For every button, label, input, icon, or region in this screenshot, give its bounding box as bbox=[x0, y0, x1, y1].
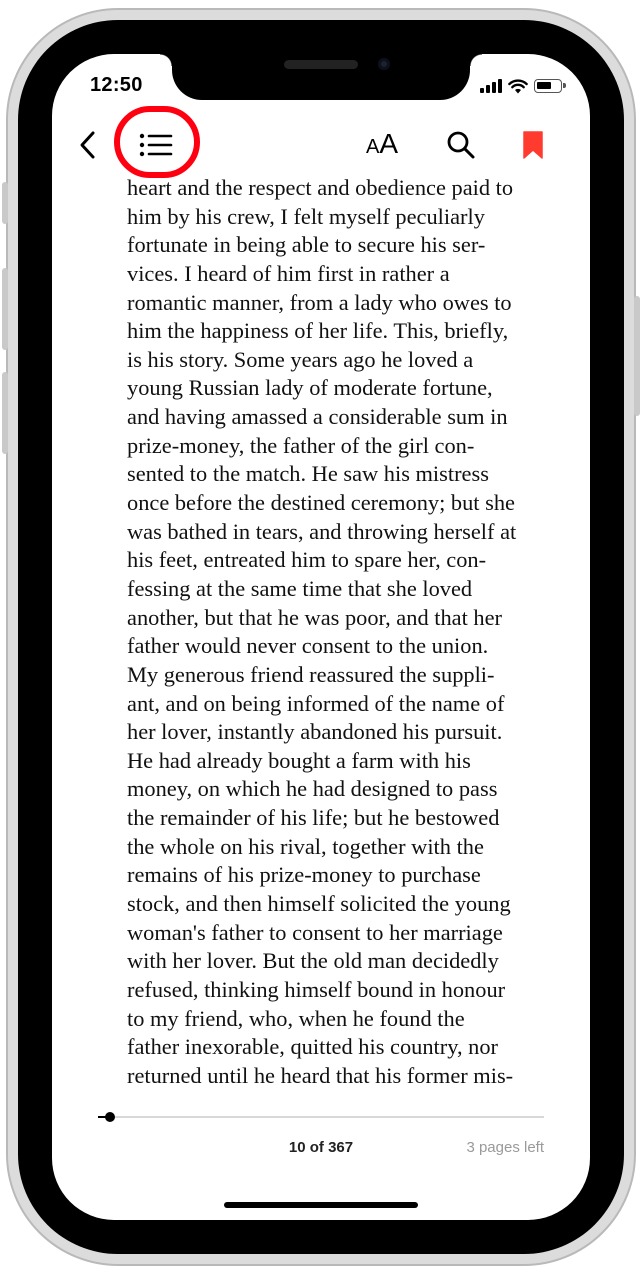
battery-icon bbox=[534, 79, 566, 93]
font-settings-button[interactable]: AA bbox=[366, 130, 398, 158]
bookmark-icon bbox=[523, 131, 543, 159]
mute-switch bbox=[2, 182, 8, 224]
text-line: with her lover. But the old man decidedl… bbox=[127, 948, 499, 974]
text-line: is his story. Some years ago he loved a bbox=[127, 346, 474, 372]
text-line: fessing at the same time that she loved bbox=[127, 575, 473, 601]
wifi-icon bbox=[508, 78, 528, 93]
search-icon bbox=[447, 131, 475, 159]
status-time: 12:50 bbox=[90, 74, 143, 96]
text-line: vices. I heard of him first in rather a bbox=[127, 260, 450, 286]
volume-down-button bbox=[2, 372, 8, 454]
text-line: He had already bought a farm with his bbox=[127, 747, 471, 773]
table-of-contents-button[interactable] bbox=[136, 128, 176, 162]
front-camera bbox=[378, 58, 390, 70]
text-line: heart and the respect and obedience paid… bbox=[127, 175, 514, 200]
page-slider-knob[interactable] bbox=[105, 1112, 115, 1122]
power-button bbox=[634, 296, 640, 416]
text-line: fortunate in being able to secure his se… bbox=[127, 232, 486, 258]
font-large-a: A bbox=[379, 128, 399, 159]
text-line: and having amassed a considerable sum in bbox=[127, 404, 508, 430]
text-line: woman's father to consent to her marriag… bbox=[127, 919, 503, 945]
volume-up-button bbox=[2, 268, 8, 350]
text-line: stock, and then himself solicited the yo… bbox=[127, 891, 511, 917]
page-slider[interactable] bbox=[98, 1112, 544, 1122]
text-line: refused, thinking himself bound in honou… bbox=[127, 976, 506, 1002]
text-line: romantic manner, from a lady who owes to bbox=[127, 289, 512, 315]
search-button[interactable] bbox=[444, 128, 478, 162]
cellular-signal-icon bbox=[480, 79, 502, 93]
text-line: returned until he heard that his former … bbox=[127, 1062, 514, 1088]
chevron-left-icon bbox=[80, 131, 95, 159]
text-line: ant, and on being informed of the name o… bbox=[127, 690, 505, 716]
text-line: sented to the match. He saw his mistress bbox=[127, 461, 489, 487]
text-line: father would never consent to the union. bbox=[127, 633, 489, 659]
text-line: the remainder of his life; but he bestow… bbox=[127, 805, 500, 831]
text-line: once before the destined ceremony; but s… bbox=[127, 490, 515, 516]
list-icon bbox=[139, 133, 173, 157]
book-page-text: heart and the respect and obedience paid… bbox=[127, 174, 547, 1091]
screen: 12:50 AA heart and the respect and obedi… bbox=[52, 54, 590, 1220]
pages-left-label: 3 pages left bbox=[466, 1139, 544, 1156]
text-line: was bathed in tears, and throwing hersel… bbox=[127, 518, 517, 544]
home-indicator[interactable] bbox=[224, 1202, 418, 1208]
text-line: money, on which he had designed to pass bbox=[127, 776, 498, 802]
bookmark-button[interactable] bbox=[518, 128, 548, 162]
notch bbox=[160, 54, 482, 100]
text-line: My generous friend reassured the suppli- bbox=[127, 661, 495, 687]
status-icons bbox=[480, 76, 566, 96]
text-line: him by his crew, I felt myself peculiarl… bbox=[127, 203, 485, 229]
font-small-a: A bbox=[366, 136, 380, 158]
text-line: his feet, entreated him to spare her, co… bbox=[127, 547, 487, 573]
text-line: father inexorable, quitted his country, … bbox=[127, 1034, 498, 1060]
text-line: prize-money, the father of the girl con- bbox=[127, 432, 475, 458]
text-line: to my friend, who, when he found the bbox=[127, 1005, 465, 1031]
speaker-grille bbox=[284, 60, 358, 69]
text-line: young Russian lady of moderate fortune, bbox=[127, 375, 493, 401]
text-line: another, but that he was poor, and that … bbox=[127, 604, 502, 630]
back-button[interactable] bbox=[72, 128, 102, 162]
text-line: him the happiness of her life. This, bri… bbox=[127, 318, 509, 344]
text-line: her lover, instantly abandoned his pursu… bbox=[127, 719, 503, 745]
text-line: remains of his prize-money to purchase bbox=[127, 862, 481, 888]
text-line: the whole on his rival, together with th… bbox=[127, 833, 484, 859]
